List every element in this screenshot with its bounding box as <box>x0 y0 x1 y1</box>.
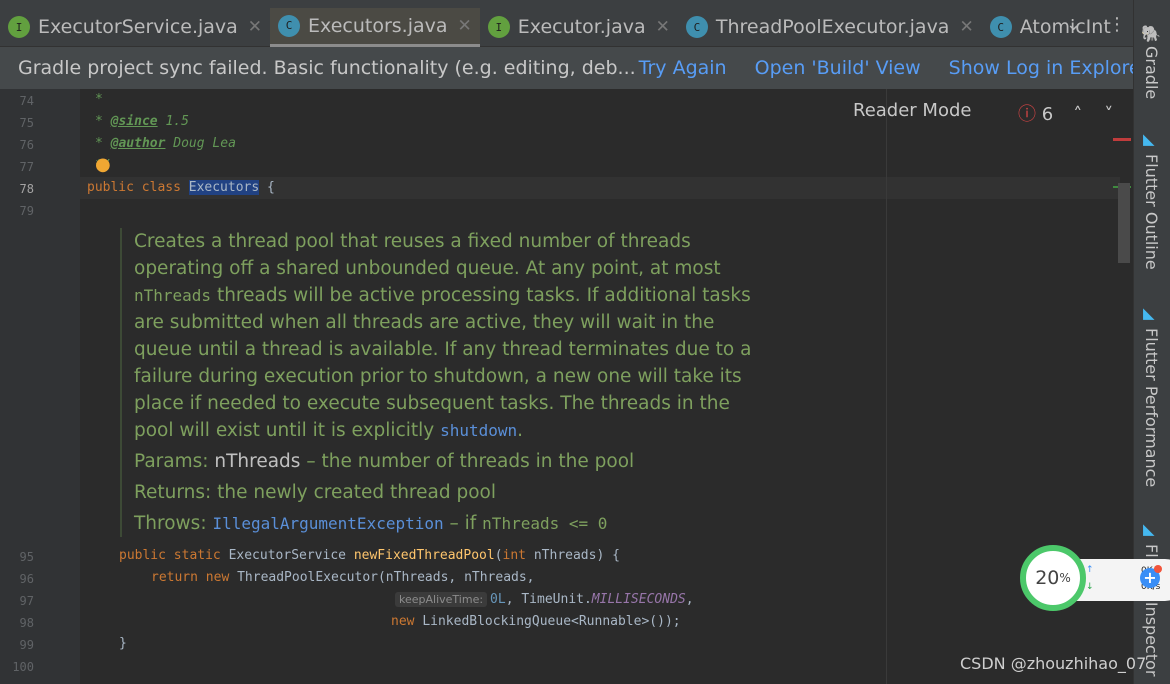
doc-throws: Throws: IllegalArgumentException – if nT… <box>134 513 608 534</box>
code-line: * <box>95 92 103 107</box>
line-number: 77 <box>19 160 34 174</box>
close-icon[interactable]: ✕ <box>458 16 472 36</box>
code-line: } <box>119 636 127 651</box>
more-vertical-icon[interactable]: ⋮ <box>1108 14 1126 35</box>
line-number: 98 <box>19 616 34 630</box>
notification-dot <box>1154 565 1162 573</box>
upload-arrow-icon: ↑ <box>1086 565 1094 575</box>
code-line: return new ThreadPoolExecutor(nThreads, … <box>151 570 535 585</box>
try-again-link[interactable]: Try Again <box>639 57 727 79</box>
tab-label: Executor.java <box>517 16 646 38</box>
line-number: 99 <box>19 638 34 652</box>
interface-icon: I <box>8 16 30 38</box>
exception-link[interactable]: IllegalArgumentException <box>212 514 443 533</box>
doc-params: Params: nThreads – the number of threads… <box>134 451 635 472</box>
error-stripe-marker[interactable] <box>1113 138 1131 141</box>
tab-executors[interactable]: C Executors.java ✕ <box>270 7 480 47</box>
flutter-outline-tool-button[interactable]: Flutter Outline <box>1142 154 1161 270</box>
code-line: public static ExecutorService newFixedTh… <box>119 548 620 563</box>
parameter-hint: keepAliveTime: <box>395 592 488 607</box>
gradle-elephant-icon: 🐘 <box>1141 24 1161 43</box>
vertical-scrollbar[interactable] <box>1118 183 1130 263</box>
flutter-icon: ◣ <box>1143 304 1155 322</box>
doc-description: Creates a thread pool that reuses a fixe… <box>134 231 752 441</box>
class-icon: C <box>685 16 708 38</box>
shutdown-link[interactable]: shutdown <box>440 421 517 440</box>
line-number: 76 <box>19 138 34 152</box>
close-icon[interactable]: ✕ <box>656 17 670 37</box>
download-arrow-icon: ↓ <box>1086 582 1094 592</box>
error-icon: ⓘ <box>1018 104 1036 125</box>
line-number: 75 <box>19 116 34 130</box>
chevron-down-icon[interactable]: ⌄ <box>1066 14 1081 35</box>
tab-executor[interactable]: I Executor.java ✕ <box>480 8 678 47</box>
watermark: CSDN @zhouzhihao_07 <box>960 654 1147 673</box>
memory-usage-circle[interactable]: 20% <box>1020 545 1086 611</box>
lightbulb-icon[interactable]: ● <box>95 154 111 175</box>
flutter-icon: ◣ <box>1143 130 1155 148</box>
previous-error-icon[interactable]: ˄ <box>1073 104 1082 125</box>
close-icon[interactable]: ✕ <box>959 17 973 37</box>
tab-label: ExecutorService.java <box>38 16 238 38</box>
line-number: 96 <box>19 572 34 586</box>
show-log-link[interactable]: Show Log in Explorer <box>949 57 1149 79</box>
line-number: 95 <box>19 550 34 564</box>
tab-atomicint[interactable]: C AtomicInt <box>982 8 1119 47</box>
next-error-icon[interactable]: ˅ <box>1104 104 1113 125</box>
doc-returns: Returns: the newly created thread pool <box>134 482 496 503</box>
flutter-performance-tool-button[interactable]: Flutter Performance <box>1142 328 1161 487</box>
reader-mode-button[interactable]: Reader Mode <box>853 100 971 121</box>
error-indicator[interactable]: ⓘ 6 ˄ ˅ <box>1018 100 1113 126</box>
open-build-view-link[interactable]: Open 'Build' View <box>755 57 921 79</box>
flutter-icon: ◣ <box>1143 520 1155 538</box>
line-number: 79 <box>19 204 34 218</box>
tab-threadpoolexecutor[interactable]: C ThreadPoolExecutor.java ✕ <box>678 8 982 47</box>
line-number: 97 <box>19 594 34 608</box>
gradle-sync-notification: Gradle project sync failed. Basic functi… <box>0 47 1148 89</box>
class-icon: C <box>989 16 1012 38</box>
error-count: 6 <box>1041 104 1054 125</box>
class-icon: C <box>278 14 301 37</box>
interface-icon: I <box>487 16 510 38</box>
tab-label: Executors.java <box>308 14 448 37</box>
line-number: 100 <box>12 660 34 674</box>
tab-executorservice[interactable]: I ExecutorService.java ✕ <box>0 8 270 47</box>
code-line: keepAliveTime: 0L, TimeUnit.MILLISECONDS, <box>395 592 694 607</box>
right-margin-guide <box>886 89 887 684</box>
rendered-javadoc: Creates a thread pool that reuses a fixe… <box>120 228 760 537</box>
notification-message: Gradle project sync failed. Basic functi… <box>18 57 636 79</box>
close-icon[interactable]: ✕ <box>248 17 262 37</box>
tab-label: ThreadPoolExecutor.java <box>715 16 950 38</box>
code-line: new LinkedBlockingQueue<Runnable>()); <box>391 614 681 629</box>
code-line: * @since 1.5 <box>95 114 189 129</box>
line-number: 74 <box>19 94 34 108</box>
code-line: public class Executors { <box>87 180 275 195</box>
line-number: 78 <box>19 182 34 196</box>
gradle-tool-button[interactable]: Gradle <box>1142 46 1161 99</box>
code-line: * @author Doug Lea <box>95 136 236 151</box>
editor-tabs: I ExecutorService.java ✕ C Executors.java ✕ … <box>0 7 1133 47</box>
